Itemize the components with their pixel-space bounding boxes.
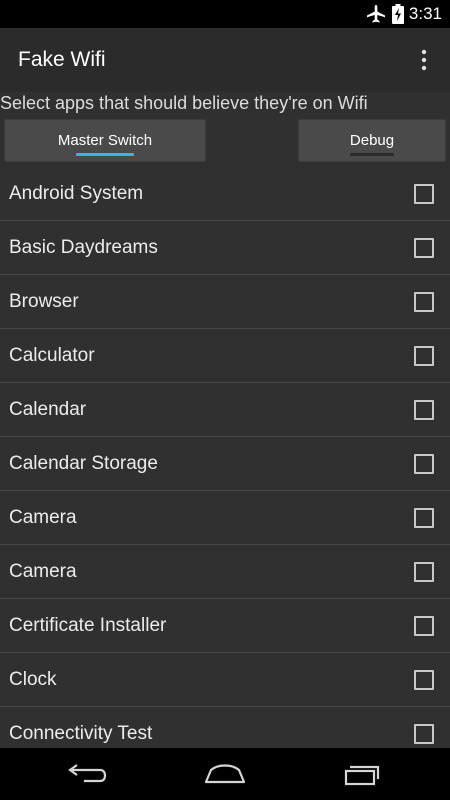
- app-name: Clock: [9, 669, 57, 690]
- app-name: Connectivity Test: [9, 723, 153, 744]
- app-name: Calculator: [9, 345, 95, 366]
- app-name: Calendar Storage: [9, 453, 158, 474]
- app-checkbox[interactable]: [414, 292, 434, 312]
- recent-apps-icon[interactable]: [340, 760, 384, 788]
- app-name: Android System: [9, 183, 144, 204]
- app-name: Camera: [9, 561, 77, 582]
- app-checkbox[interactable]: [414, 724, 434, 744]
- list-item[interactable]: Clock: [0, 653, 450, 707]
- list-item[interactable]: Connectivity Test: [0, 707, 450, 747]
- status-bar: 3:31: [0, 0, 450, 28]
- status-time: 3:31: [408, 4, 442, 23]
- app-checkbox[interactable]: [414, 238, 434, 258]
- list-item[interactable]: Calendar Storage: [0, 437, 450, 491]
- app-name: Calendar: [9, 399, 87, 420]
- list-item[interactable]: Calendar: [0, 383, 450, 437]
- debug-indicator: [350, 153, 394, 156]
- app-checkbox[interactable]: [414, 346, 434, 366]
- list-item[interactable]: Camera: [0, 491, 450, 545]
- debug-button[interactable]: Debug: [298, 119, 446, 162]
- list-item[interactable]: Certificate Installer: [0, 599, 450, 653]
- list-item[interactable]: Android System: [0, 167, 450, 221]
- action-bar: Fake Wifi: [0, 28, 450, 92]
- app-checkbox[interactable]: [414, 184, 434, 204]
- app-name: Certificate Installer: [9, 615, 167, 636]
- app-checkbox[interactable]: [414, 400, 434, 420]
- back-icon[interactable]: [64, 760, 108, 788]
- master-switch-button[interactable]: Master Switch: [4, 119, 206, 162]
- list-item[interactable]: Calculator: [0, 329, 450, 383]
- app-name: Browser: [9, 291, 79, 312]
- overflow-menu-icon[interactable]: [410, 46, 438, 74]
- screen: 3:31 Fake Wifi Select apps that should b…: [0, 0, 450, 800]
- instructions-text: Select apps that should believe they're …: [0, 93, 368, 113]
- app-name: Basic Daydreams: [9, 237, 158, 258]
- list-item[interactable]: Basic Daydreams: [0, 221, 450, 275]
- app-title: Fake Wifi: [18, 48, 106, 71]
- app-list[interactable]: Android System Basic Daydreams Browser C…: [0, 167, 450, 747]
- list-item[interactable]: Browser: [0, 275, 450, 329]
- battery-charging-icon: [392, 4, 404, 24]
- app-name: Camera: [9, 507, 77, 528]
- app-checkbox[interactable]: [414, 454, 434, 474]
- list-item[interactable]: Camera: [0, 545, 450, 599]
- app-checkbox[interactable]: [414, 670, 434, 690]
- app-checkbox[interactable]: [414, 616, 434, 636]
- master-switch-indicator: [76, 153, 134, 156]
- app-checkbox[interactable]: [414, 508, 434, 528]
- home-icon[interactable]: [203, 760, 247, 788]
- airplane-mode-icon: [367, 5, 385, 23]
- app-checkbox[interactable]: [414, 562, 434, 582]
- navigation-bar: [0, 748, 450, 800]
